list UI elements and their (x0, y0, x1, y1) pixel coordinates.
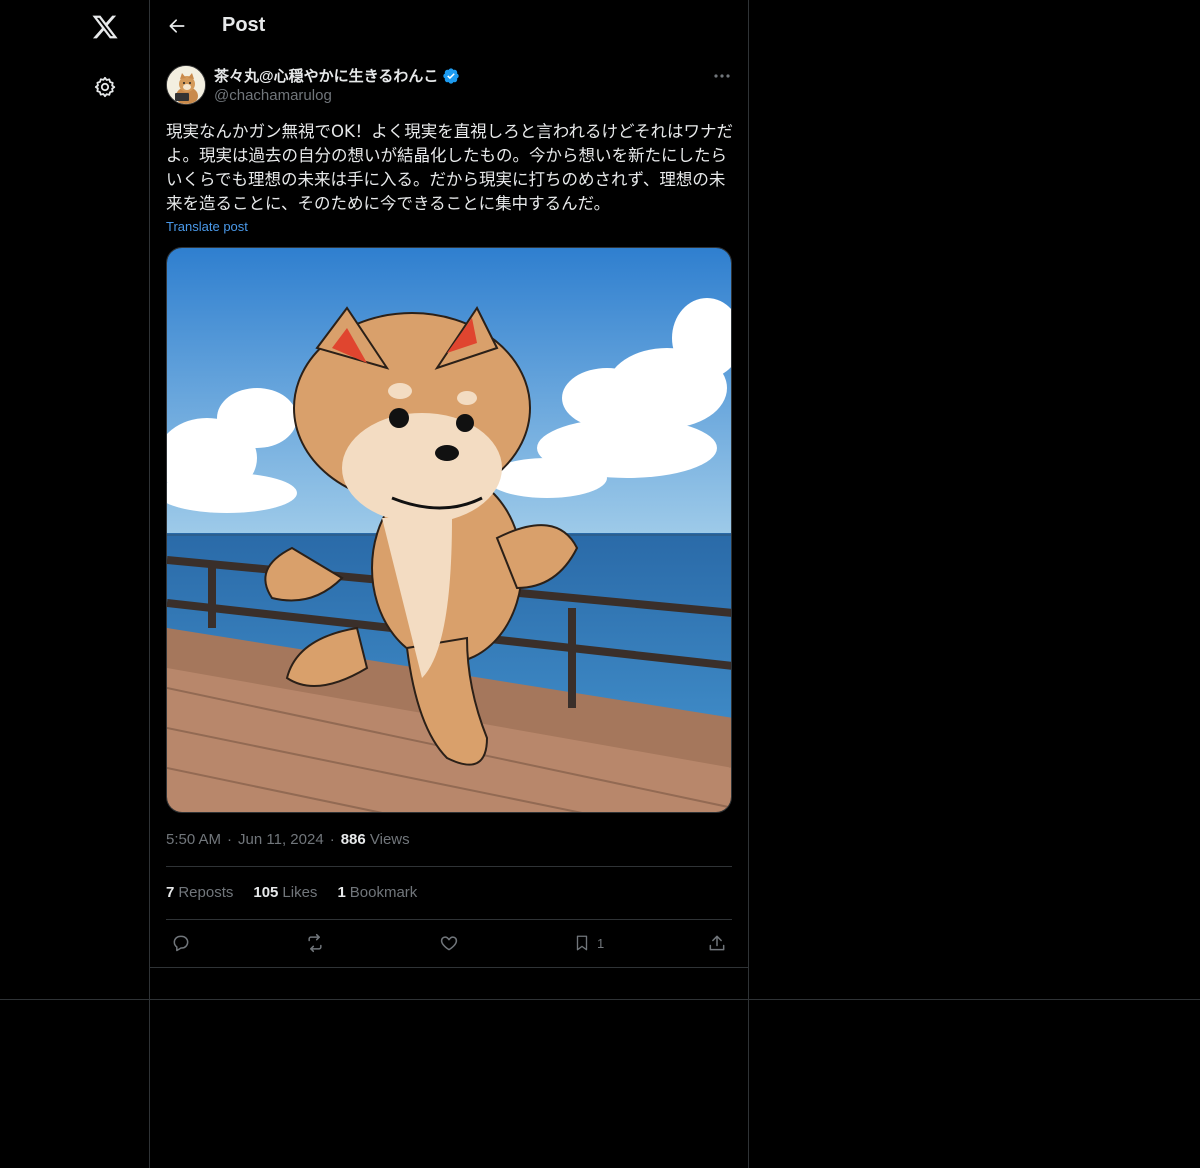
post-actions-bar: 1 (150, 920, 748, 967)
post-text: 現実なんかガン無視でOK！よく現実を直視しろと言われるけどそれはワナだよ。現実は… (166, 122, 733, 213)
author-name[interactable]: 茶々丸@心穏やかに生きるわんこ (214, 65, 460, 86)
more-options-button[interactable] (710, 66, 734, 86)
post-date[interactable]: Jun 11, 2024 (238, 831, 324, 848)
bookmark-action-count: 1 (597, 935, 605, 951)
reply-icon (173, 935, 189, 952)
repost-icon (308, 933, 322, 953)
left-nav-rail (0, 0, 150, 1168)
gear-icon[interactable] (89, 71, 121, 103)
views-count: 886 (340, 831, 366, 848)
post-image[interactable] (166, 247, 732, 813)
page: Post 茶々丸@心穏やかに生きるわんこ @chachamarulog 現実なん… (0, 0, 1200, 1168)
bookmark-icon (576, 935, 588, 951)
meta-separator: · (227, 831, 233, 848)
reposts-stat[interactable]: 7 Reposts (166, 884, 233, 901)
share-icon (709, 935, 725, 951)
likes-stat[interactable]: 105 Likes (253, 884, 317, 901)
divider (0, 999, 1200, 1000)
main-column: Post 茶々丸@心穏やかに生きるわんこ @chachamarulog 現実なん… (150, 0, 749, 1168)
author-handle[interactable]: @chachamarulog (214, 87, 332, 104)
repost-button[interactable] (304, 932, 326, 954)
verified-badge-icon (442, 67, 460, 85)
translate-post-link[interactable]: Translate post (166, 219, 248, 234)
share-button[interactable] (707, 932, 727, 954)
likes-count: 105 (253, 884, 279, 901)
more-icon (714, 74, 730, 78)
meta-separator: · (329, 831, 335, 848)
like-button[interactable] (439, 932, 459, 954)
bookmarks-label: Bookmark (349, 884, 418, 901)
avatar[interactable] (166, 65, 206, 105)
reposts-count: 7 (166, 884, 175, 901)
bookmark-button[interactable]: 1 (573, 932, 604, 954)
divider (166, 866, 732, 867)
page-title: Post (222, 14, 266, 36)
back-button[interactable] (164, 13, 190, 39)
page-header: Post (150, 0, 748, 54)
bookmarks-count: 1 (337, 884, 346, 901)
likes-label: Likes (282, 884, 318, 901)
reply-button[interactable] (171, 932, 191, 954)
post-meta: 5:50 AM · Jun 11, 2024 · 886 Views (166, 831, 410, 848)
author-display-name: 茶々丸@心穏やかに生きるわんこ (214, 68, 439, 85)
reposts-label: Reposts (178, 884, 234, 901)
heart-icon (440, 936, 458, 951)
bookmarks-stat[interactable]: 1 Bookmark (337, 884, 417, 901)
arrow-left-icon (169, 19, 185, 33)
post-stats: 7 Reposts 105 Likes 1 Bookmark (166, 884, 417, 901)
x-logo-icon[interactable] (89, 11, 121, 43)
views-label: Views (369, 831, 410, 848)
divider (150, 967, 748, 968)
post-time[interactable]: 5:50 AM (166, 831, 221, 848)
